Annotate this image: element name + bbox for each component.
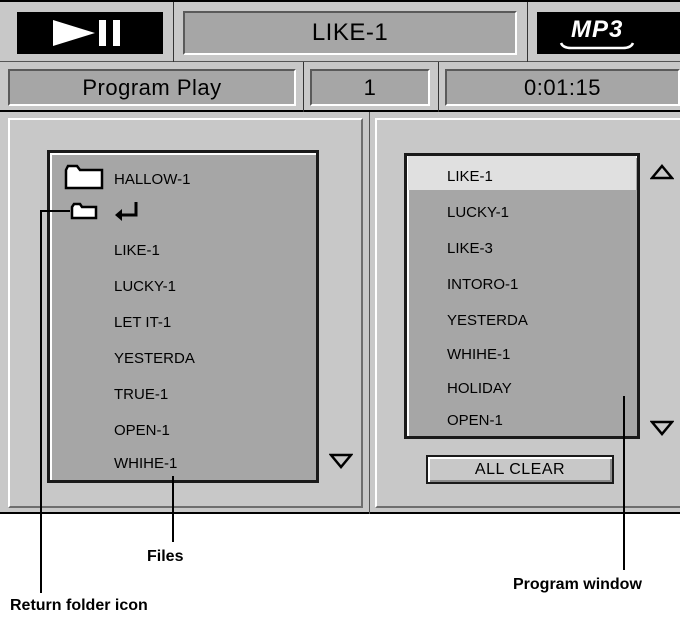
files-callout-line xyxy=(172,476,174,542)
file-item[interactable]: OPEN-1 xyxy=(114,422,170,439)
play-mode-display: Program Play xyxy=(8,69,296,106)
all-clear-button[interactable]: ALL CLEAR xyxy=(426,455,614,484)
folder-icon xyxy=(64,164,104,190)
play-pause-icon xyxy=(53,20,120,46)
program-list[interactable] xyxy=(404,153,640,439)
return-arrow-icon xyxy=(115,202,138,221)
elapsed-time: 0:01:15 xyxy=(524,74,601,100)
track-number: 1 xyxy=(363,74,377,100)
program-item[interactable]: OPEN-1 xyxy=(447,412,503,429)
return-folder-callout-label: Return folder icon xyxy=(10,597,148,614)
play-mode-text: Program Play xyxy=(82,74,222,100)
triangle-up-icon[interactable] xyxy=(650,164,674,180)
mp3-logo-badge: MP3 xyxy=(537,12,680,54)
program-item[interactable]: LIKE-3 xyxy=(447,240,493,257)
current-folder-name[interactable]: HALLOW-1 xyxy=(114,171,190,188)
all-clear-label: ALL CLEAR xyxy=(474,460,566,478)
file-item[interactable]: LIKE-1 xyxy=(114,242,160,259)
program-item[interactable]: INTORO-1 xyxy=(447,276,518,293)
elapsed-time-display: 0:01:15 xyxy=(445,69,680,106)
file-item[interactable]: LET IT-1 xyxy=(114,314,171,331)
return-folder-icon xyxy=(70,202,98,220)
triangle-down-icon[interactable] xyxy=(650,420,674,436)
files-callout-label: Files xyxy=(147,548,184,565)
program-item[interactable]: LIKE-1 xyxy=(447,168,493,185)
return-folder-row[interactable] xyxy=(66,198,146,226)
return-folder-callout-line xyxy=(40,210,42,593)
return-folder-callout-tick xyxy=(40,210,70,212)
mp3-logo-text: MP3 xyxy=(571,16,624,43)
program-selection-highlight xyxy=(408,156,636,190)
track-title-display: LIKE-1 xyxy=(183,11,517,55)
file-item[interactable]: TRUE-1 xyxy=(114,386,168,403)
play-pause-button[interactable] xyxy=(17,12,163,54)
file-item[interactable]: WHIHE-1 xyxy=(114,455,177,472)
main-panel: HALLOW-1 LIKE-1 LUCKY-1 LET IT-1 YESTERD… xyxy=(0,112,680,514)
program-window-callout-label: Program window xyxy=(513,576,642,593)
status-bar: Program Play 1 0:01:15 xyxy=(0,62,680,112)
track-title: LIKE-1 xyxy=(311,19,389,46)
file-item[interactable]: LUCKY-1 xyxy=(114,278,176,295)
program-item[interactable]: YESTERDA xyxy=(447,312,528,329)
program-window-callout-line xyxy=(623,396,625,570)
program-item[interactable]: WHIHE-1 xyxy=(447,346,510,363)
track-number-display: 1 xyxy=(310,69,430,106)
program-item[interactable]: HOLIDAY xyxy=(447,380,512,397)
triangle-down-icon[interactable] xyxy=(329,453,353,469)
program-item[interactable]: LUCKY-1 xyxy=(447,204,509,221)
title-bar: LIKE-1 MP3 xyxy=(0,0,680,62)
file-item[interactable]: YESTERDA xyxy=(114,350,195,367)
